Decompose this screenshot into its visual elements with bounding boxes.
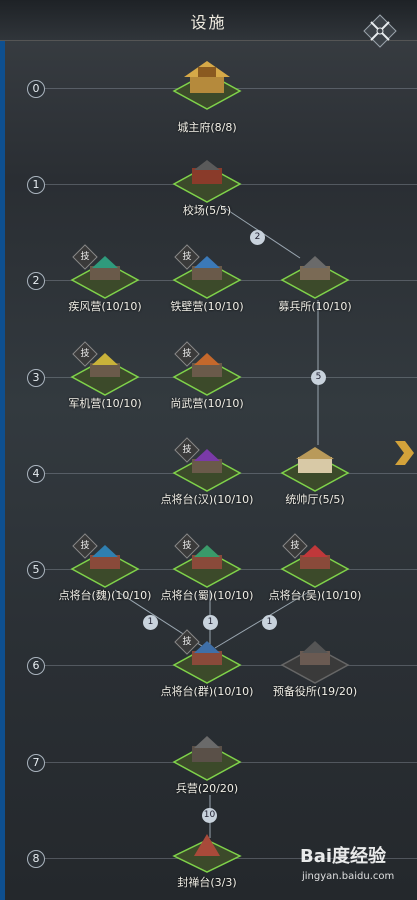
recruit-office-icon xyxy=(280,256,350,299)
general-platform-icon xyxy=(172,641,242,684)
building-label: 兵营(20/20) xyxy=(175,782,239,795)
building-label: 封禅台(3/3) xyxy=(177,876,237,889)
general-platform-icon xyxy=(280,545,350,588)
baidu-watermark: Bai度经验 jingyan.baidu.com xyxy=(300,842,410,892)
camp-icon xyxy=(172,353,242,396)
reserve-office-icon xyxy=(280,641,350,684)
marshal-hall-icon xyxy=(280,447,350,492)
facilities-screen: { "header":{"title":"设施","close_icon":"c… xyxy=(0,0,417,900)
building-label: 尚武营(10/10) xyxy=(170,397,244,410)
palace-icon xyxy=(172,61,242,110)
general-platform-icon xyxy=(172,545,242,588)
watermark-logo: Bai度经验 xyxy=(300,846,387,867)
general-platform-icon xyxy=(172,449,242,492)
altar-icon xyxy=(172,834,242,873)
building-marshal[interactable]: 统帅厅(5/5) xyxy=(240,439,390,521)
requirement-badge: 2 xyxy=(250,230,265,245)
building-drill-ground[interactable]: 校场(5/5) xyxy=(132,150,282,232)
building-reserve[interactable]: 预备役所(19/20) xyxy=(240,631,390,713)
camp-icon xyxy=(172,256,242,299)
building-city-lord[interactable]: 城主府(8/8) xyxy=(132,55,282,137)
camp-icon xyxy=(70,256,140,299)
requirement-badge: 1 xyxy=(262,615,277,630)
requirement-badge: 1 xyxy=(143,615,158,630)
building-label: 预备役所(19/20) xyxy=(272,685,358,698)
building-label: 校场(5/5) xyxy=(182,204,232,217)
building-recruit[interactable]: 募兵所(10/10) xyxy=(240,246,390,328)
building-shangwu[interactable]: 技 尚武营(10/10) xyxy=(132,341,282,425)
building-wu[interactable]: 技 点将台(吴)(10/10) xyxy=(240,533,390,617)
building-label: 点将台(吴)(10/10) xyxy=(268,589,362,602)
requirement-badge: 1 xyxy=(203,615,218,630)
building-fengshan[interactable]: 封禅台(3/3) xyxy=(132,826,282,900)
building-label: 城主府(8/8) xyxy=(177,121,237,134)
building-label: 统帅厅(5/5) xyxy=(285,493,345,506)
camp-icon xyxy=(70,353,140,396)
watermark-url: jingyan.baidu.com xyxy=(302,871,395,882)
building-barracks[interactable]: 兵营(20/20) xyxy=(132,728,282,810)
building-label: 募兵所(10/10) xyxy=(278,300,352,313)
requirement-badge: 5 xyxy=(311,370,326,385)
drill-ground-icon xyxy=(172,160,242,203)
barracks-icon xyxy=(172,736,242,781)
general-platform-icon xyxy=(70,545,140,588)
requirement-badge: 10 xyxy=(202,808,217,823)
